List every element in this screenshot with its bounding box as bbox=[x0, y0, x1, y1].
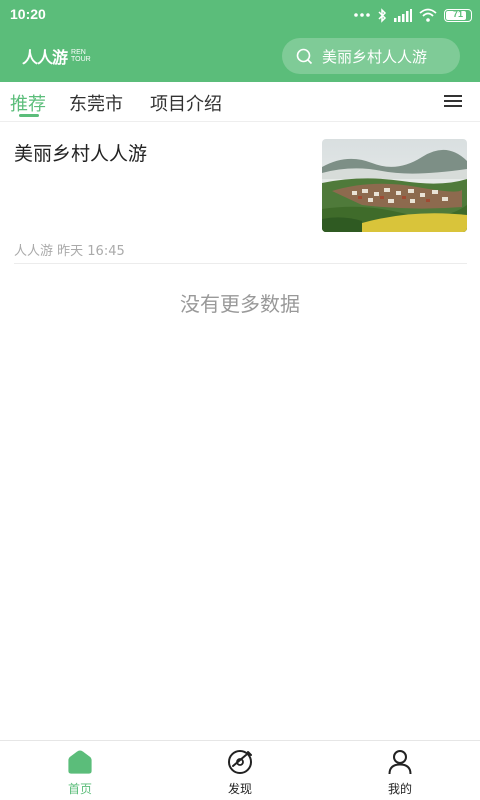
nav-discover-label: 发现 bbox=[227, 782, 252, 796]
tab-recommend[interactable]: 推荐 bbox=[10, 90, 46, 116]
nav-home[interactable]: 首页 bbox=[0, 741, 160, 800]
article-title: 美丽乡村人人游 bbox=[14, 143, 148, 165]
article-thumbnail bbox=[322, 139, 467, 232]
home-icon bbox=[68, 750, 92, 774]
tab-project-intro[interactable]: 项目介绍 bbox=[150, 90, 222, 116]
profile-icon bbox=[388, 750, 412, 775]
article-source: 人人游 bbox=[14, 244, 54, 259]
app-header: 人人游 REN TOUR 美丽乡村人人游 bbox=[0, 30, 480, 82]
bluetooth-icon bbox=[378, 7, 387, 23]
nav-profile-label: 我的 bbox=[387, 782, 412, 796]
active-tab-indicator bbox=[19, 114, 39, 117]
logo-text-en: REN TOUR bbox=[71, 49, 91, 63]
menu-icon[interactable] bbox=[444, 93, 462, 109]
bottom-navigation: 首页 发现 我的 bbox=[0, 740, 480, 800]
article-meta: 人人游 昨天 16:45 bbox=[14, 240, 125, 259]
nav-discover[interactable]: 发现 bbox=[160, 741, 320, 800]
status-time: 10:20 bbox=[10, 6, 46, 22]
status-icons: 71 bbox=[354, 6, 472, 24]
signal-icon bbox=[394, 8, 412, 22]
nav-profile[interactable]: 我的 bbox=[320, 741, 480, 800]
search-bar[interactable]: 美丽乡村人人游 bbox=[282, 38, 460, 74]
battery-icon: 71 bbox=[444, 8, 472, 22]
app-logo: 人人游 REN TOUR bbox=[22, 44, 91, 68]
nav-home-label: 首页 bbox=[67, 782, 92, 796]
search-icon bbox=[296, 48, 313, 64]
article-time: 昨天 16:45 bbox=[57, 244, 125, 259]
more-dots-icon bbox=[354, 13, 370, 17]
tab-dongguan[interactable]: 东莞市 bbox=[69, 90, 123, 116]
article-item[interactable]: 美丽乡村人人游 人人游 昨天 16:45 bbox=[14, 130, 467, 264]
logo-text-cn: 人人游 bbox=[22, 48, 68, 67]
status-bar: 10:20 71 bbox=[0, 0, 480, 30]
category-tabs: 推荐 东莞市 项目介绍 bbox=[0, 82, 480, 122]
search-placeholder: 美丽乡村人人游 bbox=[322, 47, 428, 66]
wifi-icon bbox=[419, 8, 437, 22]
battery-level: 71 bbox=[452, 8, 463, 19]
no-more-data-text: 没有更多数据 bbox=[180, 292, 300, 316]
discover-icon bbox=[228, 750, 252, 774]
